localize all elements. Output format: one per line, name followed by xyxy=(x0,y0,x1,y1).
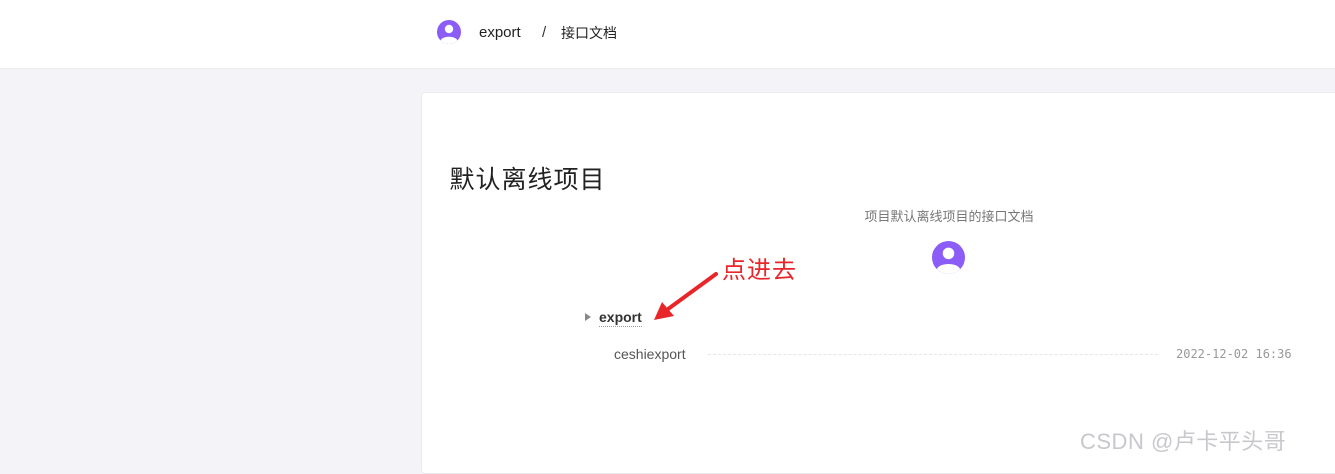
watermark: CSDN @卢卡平头哥 xyxy=(1080,429,1287,454)
top-bar: export / 接口文档 xyxy=(0,0,1335,69)
tree-folder-export[interactable]: export xyxy=(599,309,642,327)
content-card xyxy=(421,92,1335,474)
breadcrumb-separator: / xyxy=(542,24,547,41)
project-title: 默认离线项目 xyxy=(449,166,606,194)
annotation-label: 点进去 xyxy=(722,257,797,284)
annotation-arrow-icon xyxy=(654,272,718,320)
triangle-right-icon[interactable] xyxy=(585,313,591,321)
project-avatar-icon xyxy=(932,241,965,274)
doc-leader-line xyxy=(708,354,1158,355)
breadcrumb-project[interactable]: export xyxy=(479,24,521,42)
breadcrumb-current-page: 接口文档 xyxy=(561,25,617,41)
doc-updated-date: 2022-12-02 16:36 xyxy=(1176,347,1292,361)
tree-doc-ceshiexport[interactable]: ceshiexport xyxy=(614,346,686,362)
project-description: 项目默认离线项目的接口文档 xyxy=(864,209,1034,224)
user-avatar-icon[interactable] xyxy=(437,20,461,44)
